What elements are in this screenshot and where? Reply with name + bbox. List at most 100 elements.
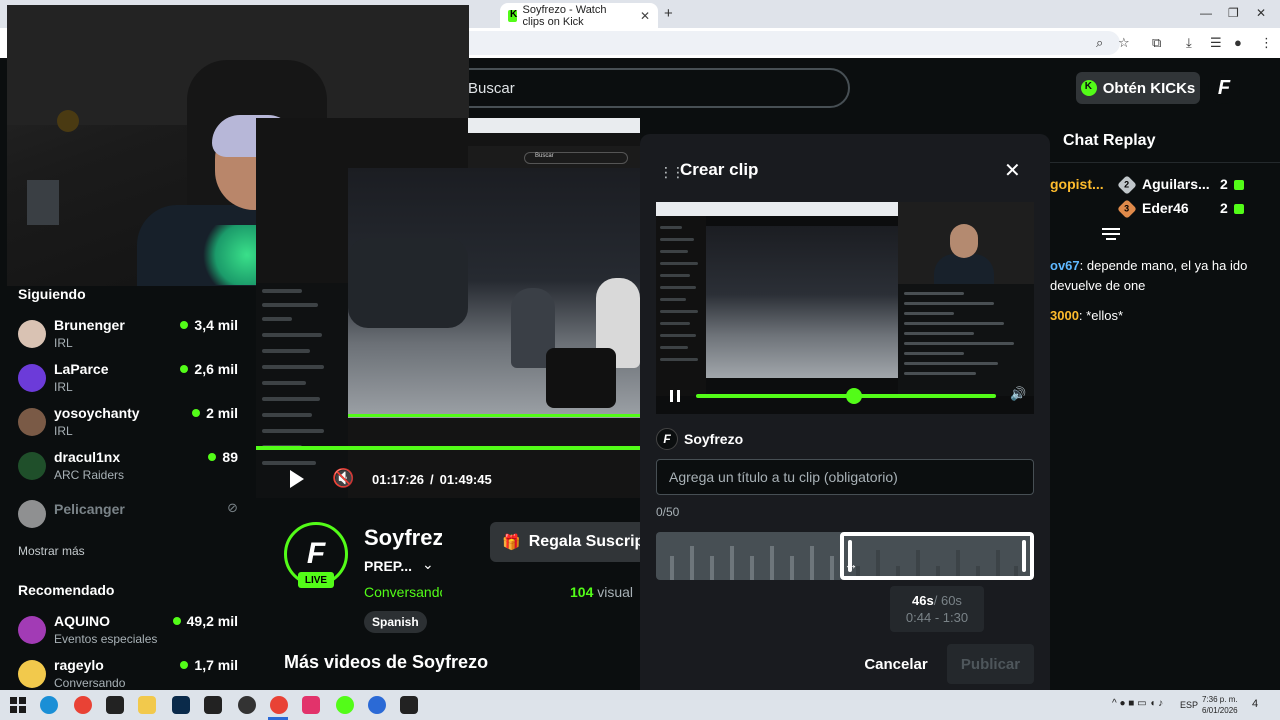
extensions-icon[interactable]: ⧉ [1152, 35, 1161, 51]
avatar [18, 408, 46, 436]
clock[interactable]: 7:36 p. m. 6/01/2026 [1202, 694, 1238, 716]
sidebar-item-dracul1nx[interactable]: dracul1nx ARC Raiders 89 [18, 448, 240, 488]
close-window-icon[interactable]: ✕ [1256, 6, 1266, 20]
stream-category-link[interactable]: Conversando [364, 584, 442, 600]
search-input[interactable]: Buscar [440, 68, 850, 108]
collapse-menu-icon[interactable] [1102, 228, 1120, 242]
live-dot-icon [208, 453, 217, 461]
close-icon[interactable]: ✕ [1004, 158, 1021, 183]
video-player[interactable]: Buscar 🔇 01:17:26 / 01:49:45 [256, 118, 640, 498]
play-button[interactable] [290, 470, 304, 488]
live-dot-icon [180, 365, 189, 373]
channel-name: AQUINO [54, 613, 110, 629]
sidebar: Siguiendo Brunenger IRL 3,4 mil LaParce … [0, 286, 256, 690]
stream-title: PREP... [364, 558, 412, 574]
gift-sub-button[interactable]: 🎁 Regala Suscrip [490, 522, 640, 562]
avatar [18, 500, 46, 528]
preview-browser-bar [656, 202, 898, 216]
viewer-count: 49,2 mil [172, 613, 238, 629]
photoshop-icon[interactable] [172, 696, 190, 714]
sidebar-item-pelicanger[interactable]: Pelicanger ⊘ [18, 496, 240, 536]
kick-app-icon[interactable] [336, 696, 354, 714]
nested-progress-bar [348, 414, 640, 417]
pause-icon[interactable] [670, 390, 680, 402]
channel-name: Pelicanger [54, 501, 125, 517]
live-dot-icon [192, 409, 201, 417]
preview-sidebar [656, 216, 706, 396]
new-tab-button[interactable]: + [664, 5, 673, 22]
clock-date: 6/01/2026 [1202, 706, 1238, 715]
browser-tab-2[interactable]: Soyfrezo - Watch clips on Kick ✕ [500, 3, 658, 28]
video-car [348, 238, 468, 328]
bookmark-star-icon[interactable]: ☆ [1118, 35, 1130, 51]
recommended-heading: Recomendado [18, 582, 115, 598]
language-tag[interactable]: Spanish [364, 611, 427, 633]
rank-badge-icon: 3 [1117, 199, 1137, 219]
top-gifter-row: 3 Eder46 2 [1050, 199, 1280, 220]
chrome-active-icon[interactable] [270, 696, 288, 714]
screen: ✕ Soyfrezo - Watch clips on Kick ✕ + — ❐… [0, 0, 1280, 720]
channel-name: rageylo [54, 657, 104, 673]
zoom-icon[interactable]: ⌕ [1096, 35, 1103, 51]
windows-taskbar: ^ ● ■ ▭ ◖ ♪ ESP 7:36 p. m. 6/01/2026 4 [0, 690, 1280, 720]
channel-name-title[interactable]: Soyfrezo [364, 525, 442, 551]
scrubber-handle[interactable] [846, 388, 862, 404]
notification-icon[interactable]: 4 [1252, 698, 1258, 710]
video-table [546, 348, 616, 408]
clip-selection-range[interactable] [840, 532, 1034, 580]
cancel-button[interactable]: Cancelar [858, 644, 934, 684]
chevron-down-icon[interactable]: ⌄ [422, 556, 434, 573]
app-icon[interactable] [204, 696, 222, 714]
webcam-lamp [57, 110, 79, 132]
profile-icon[interactable]: ● [1234, 35, 1242, 50]
live-dot-icon [180, 321, 189, 329]
minimize-icon[interactable]: — [1200, 6, 1212, 20]
app-icon[interactable] [400, 696, 418, 714]
show-more-link[interactable]: Mostrar más [18, 544, 85, 558]
sidebar-item-yosoychanty[interactable]: yosoychanty IRL 2 mil [18, 404, 240, 444]
resize-cursor-icon: ↔ [844, 556, 858, 572]
clip-channel-name: Soyfrezo [684, 431, 744, 447]
gifter-name[interactable]: Aguilars... [1142, 176, 1210, 192]
language-indicator[interactable]: ESP [1180, 700, 1198, 710]
windows-start-icon[interactable] [10, 697, 26, 713]
clip-preview[interactable]: 🔊 [656, 202, 1034, 414]
following-heading: Siguiendo [18, 286, 86, 302]
download-icon[interactable]: ⤓ [1186, 35, 1192, 51]
playback-progress-bar[interactable] [256, 446, 640, 450]
viewer-count: 2 mil [192, 405, 238, 421]
channel-logo-icon: F [656, 428, 678, 450]
obs-icon[interactable] [238, 696, 256, 714]
modal-title: Crear clip [680, 160, 759, 179]
tiktok-icon[interactable] [302, 696, 320, 714]
gifter-name[interactable]: Eder46 [1142, 200, 1189, 216]
edge-icon[interactable] [40, 696, 58, 714]
clip-title-input[interactable] [656, 459, 1034, 495]
sidebar-item-laparce[interactable]: LaParce IRL 2,6 mil [18, 360, 240, 400]
address-bar[interactable] [420, 31, 1120, 55]
file-explorer-icon[interactable] [138, 696, 156, 714]
app-icon[interactable] [106, 696, 124, 714]
reading-list-icon[interactable]: ☰ [1210, 35, 1222, 51]
top-gifter-row: gopist... 2 Aguilars... 2 [1050, 175, 1280, 196]
clip-end-handle[interactable] [1022, 540, 1026, 572]
app-icon[interactable] [368, 696, 386, 714]
sidebar-item-brunenger[interactable]: Brunenger IRL 3,4 mil [18, 316, 240, 356]
chat-username[interactable]: ov67 [1050, 258, 1080, 273]
time-separator: / [430, 472, 434, 487]
publish-button[interactable]: Publicar [947, 644, 1034, 684]
sidebar-item-aquino[interactable]: AQUINO Eventos especiales 49,2 mil [18, 612, 240, 652]
user-avatar[interactable]: F [1208, 72, 1240, 104]
live-dot-icon [172, 617, 181, 625]
system-tray[interactable]: ^ ● ■ ▭ ◖ ♪ [1112, 698, 1163, 709]
browser-menu-icon[interactable]: ⋮ [1260, 35, 1273, 51]
volume-icon[interactable]: 🔊 [1010, 386, 1026, 402]
maximize-icon[interactable]: ❐ [1228, 6, 1239, 20]
preview-controls [656, 396, 1034, 414]
browser-tab-2-title: Soyfrezo - Watch clips on Kick [522, 3, 607, 28]
get-kicks-button[interactable]: Obtén KICKs [1076, 72, 1200, 104]
close-tab-icon[interactable]: ✕ [640, 9, 650, 23]
chrome-icon[interactable] [74, 696, 92, 714]
muted-speaker-icon[interactable]: 🔇 [332, 468, 354, 489]
chat-username[interactable]: 3000 [1050, 308, 1079, 323]
